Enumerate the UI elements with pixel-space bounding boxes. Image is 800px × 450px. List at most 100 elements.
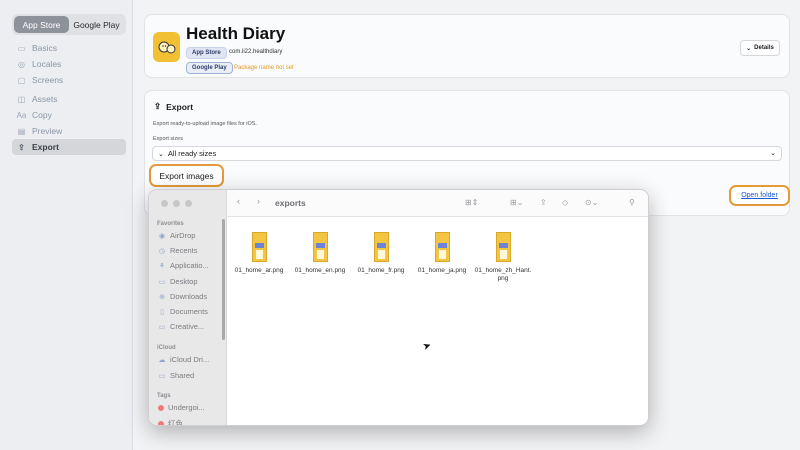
- sidebar: App Store Google Play ▭ Basics ◎ Locales…: [0, 0, 133, 450]
- screens-icon: ▢: [17, 75, 26, 85]
- share-icon[interactable]: ⇪: [540, 198, 547, 207]
- finder-item-label: Desktop: [170, 277, 198, 286]
- sidebar-item-label: Preview: [32, 126, 63, 136]
- zoom-window-button[interactable]: [185, 200, 192, 207]
- finder-item-label: Undergoi...: [168, 403, 205, 412]
- more-icon[interactable]: ⊙⌄: [585, 198, 598, 207]
- finder-item-applications[interactable]: ⚘ Applicatio...: [158, 261, 209, 270]
- sidebar-item-label: Copy: [32, 110, 52, 120]
- sidebar-item-label: Screens: [32, 75, 64, 85]
- sidebar-item-label: Locales: [32, 59, 62, 69]
- tag-dot-icon: [158, 404, 164, 411]
- icloud-heading: iCloud: [157, 345, 176, 351]
- store-segmented-control: App Store Google Play: [12, 14, 126, 35]
- bundle-id: com.li22.healthdiary: [229, 49, 283, 55]
- forward-icon[interactable]: ›: [257, 196, 260, 206]
- file-name: 01_home_en.png: [294, 267, 346, 274]
- finder-item-label: Downloads: [170, 292, 208, 301]
- app-store-badge: App Store: [186, 47, 227, 59]
- finder-item-label: Applicatio...: [170, 261, 209, 270]
- open-folder-link[interactable]: Open folder: [729, 185, 790, 206]
- close-window-button[interactable]: [161, 200, 168, 207]
- tab-app-store[interactable]: App Store: [14, 16, 69, 33]
- finder-item-downloads[interactable]: ⊕ Downloads: [158, 292, 207, 301]
- finder-item-label: Shared: [170, 371, 195, 380]
- file-item[interactable]: 01_home_ar.png: [229, 232, 289, 275]
- chevron-down-icon: ⌄: [770, 150, 776, 157]
- search-icon[interactable]: ⚲: [629, 198, 635, 207]
- airdrop-icon: ◉: [158, 232, 166, 240]
- sidebar-item-screens[interactable]: ▢ Screens: [12, 72, 126, 88]
- cloud-icon: ☁: [158, 356, 166, 364]
- folder-icon: ▭: [17, 43, 26, 53]
- chevron-down-icon: ⌄: [746, 45, 752, 52]
- package-status: Package name not set: [234, 65, 294, 71]
- file-name: 01_home_ja.png: [417, 267, 467, 274]
- tab-google-play[interactable]: Google Play: [69, 16, 124, 33]
- file-item[interactable]: 01_home_en.png: [290, 232, 350, 275]
- sidebar-item-export[interactable]: ⇪ Export: [12, 139, 126, 155]
- export-images-button[interactable]: Export images: [149, 164, 224, 187]
- png-thumbnail: [434, 232, 450, 262]
- details-button[interactable]: ⌄ Details: [740, 40, 780, 56]
- finder-item-documents[interactable]: ▯ Documents: [158, 307, 208, 316]
- sidebar-item-preview[interactable]: ▤ Preview: [12, 123, 126, 139]
- app-header-card: Health Diary App Store com.li22.healthdi…: [144, 14, 790, 78]
- finder-item-label: 红色: [168, 419, 183, 426]
- finder-item-icloud-drive[interactable]: ☁ iCloud Dri...: [158, 355, 210, 364]
- globe-icon: ◎: [18, 59, 25, 69]
- download-icon: ⊕: [159, 293, 165, 301]
- preview-icon: ▤: [17, 126, 26, 136]
- finder-item-label: Creative...: [170, 322, 205, 331]
- finder-title: exports: [275, 198, 306, 208]
- sidebar-nav: ▭ Basics ◎ Locales ▢ Screens ◫ Assets Aa…: [12, 40, 126, 155]
- app-icon: [153, 32, 180, 62]
- export-icon: ⇪: [18, 142, 25, 152]
- tag-dot-icon: [158, 420, 164, 425]
- back-icon[interactable]: ‹: [237, 196, 240, 206]
- file-item[interactable]: 01_home_fr.png: [351, 232, 411, 275]
- app-name: Health Diary: [186, 24, 286, 43]
- export-title: Export: [166, 101, 194, 112]
- export-heading: ⇪ Export: [154, 101, 193, 112]
- applications-icon: ⚘: [158, 262, 166, 270]
- finder-window: Favorites ◉ AirDrop ◷ Recents ⚘ Applicatio.…: [148, 189, 649, 426]
- export-sizes-value: All ready sizes: [167, 149, 217, 158]
- finder-toolbar: ‹ › exports ⊞⇕ ⊞⌄ ⇪ ◇ ⊙⌄ ⚲: [227, 190, 648, 217]
- file-name: 01_home_fr.png: [357, 267, 405, 274]
- window-controls: [161, 200, 192, 207]
- file-name: 01_home_ar.png: [234, 267, 284, 274]
- finder-item-airdrop[interactable]: ◉ AirDrop: [158, 231, 196, 240]
- minimize-window-button[interactable]: [173, 200, 180, 207]
- sidebar-item-locales[interactable]: ◎ Locales: [12, 56, 126, 72]
- tags-heading: Tags: [157, 393, 171, 399]
- sidebar-scrollbar[interactable]: [222, 219, 225, 340]
- finder-item-creative[interactable]: ▭ Creative...: [158, 322, 205, 331]
- png-thumbnail: [251, 232, 267, 262]
- file-item[interactable]: 01_home_zh_Hant.png: [473, 232, 533, 283]
- sidebar-item-assets[interactable]: ◫ Assets: [12, 91, 126, 107]
- favorites-heading: Favorites: [157, 221, 184, 227]
- file-item[interactable]: 01_home_ja.png: [412, 232, 472, 275]
- group-icon[interactable]: ⊞⌄: [510, 198, 523, 207]
- finder-item-label: Documents: [170, 307, 208, 316]
- export-description: Export ready-to-upload image files for i…: [153, 121, 257, 127]
- finder-item-recents[interactable]: ◷ Recents: [158, 246, 198, 255]
- finder-tag-red[interactable]: 红色: [158, 418, 183, 426]
- app-logo-icon: [158, 41, 175, 54]
- clock-icon: ◷: [158, 247, 166, 255]
- finder-item-label: Recents: [170, 246, 198, 255]
- finder-tag-undergoing[interactable]: Undergoi...: [158, 403, 205, 412]
- details-label: Details: [754, 45, 774, 51]
- tag-icon[interactable]: ◇: [562, 198, 568, 207]
- text-icon: Aa: [16, 110, 27, 120]
- finder-item-shared[interactable]: ▭ Shared: [158, 371, 195, 380]
- sidebar-item-copy[interactable]: Aa Copy: [12, 107, 126, 123]
- sidebar-item-label: Assets: [32, 94, 58, 104]
- icon-view-icon[interactable]: ⊞⇕: [465, 198, 478, 207]
- finder-item-desktop[interactable]: ▭ Desktop: [158, 277, 198, 286]
- google-play-badge: Google Play: [186, 62, 233, 74]
- sidebar-item-basics[interactable]: ▭ Basics: [12, 40, 126, 56]
- assets-icon: ◫: [17, 94, 26, 104]
- export-sizes-select[interactable]: ⌄ All ready sizes ⌄: [152, 146, 782, 161]
